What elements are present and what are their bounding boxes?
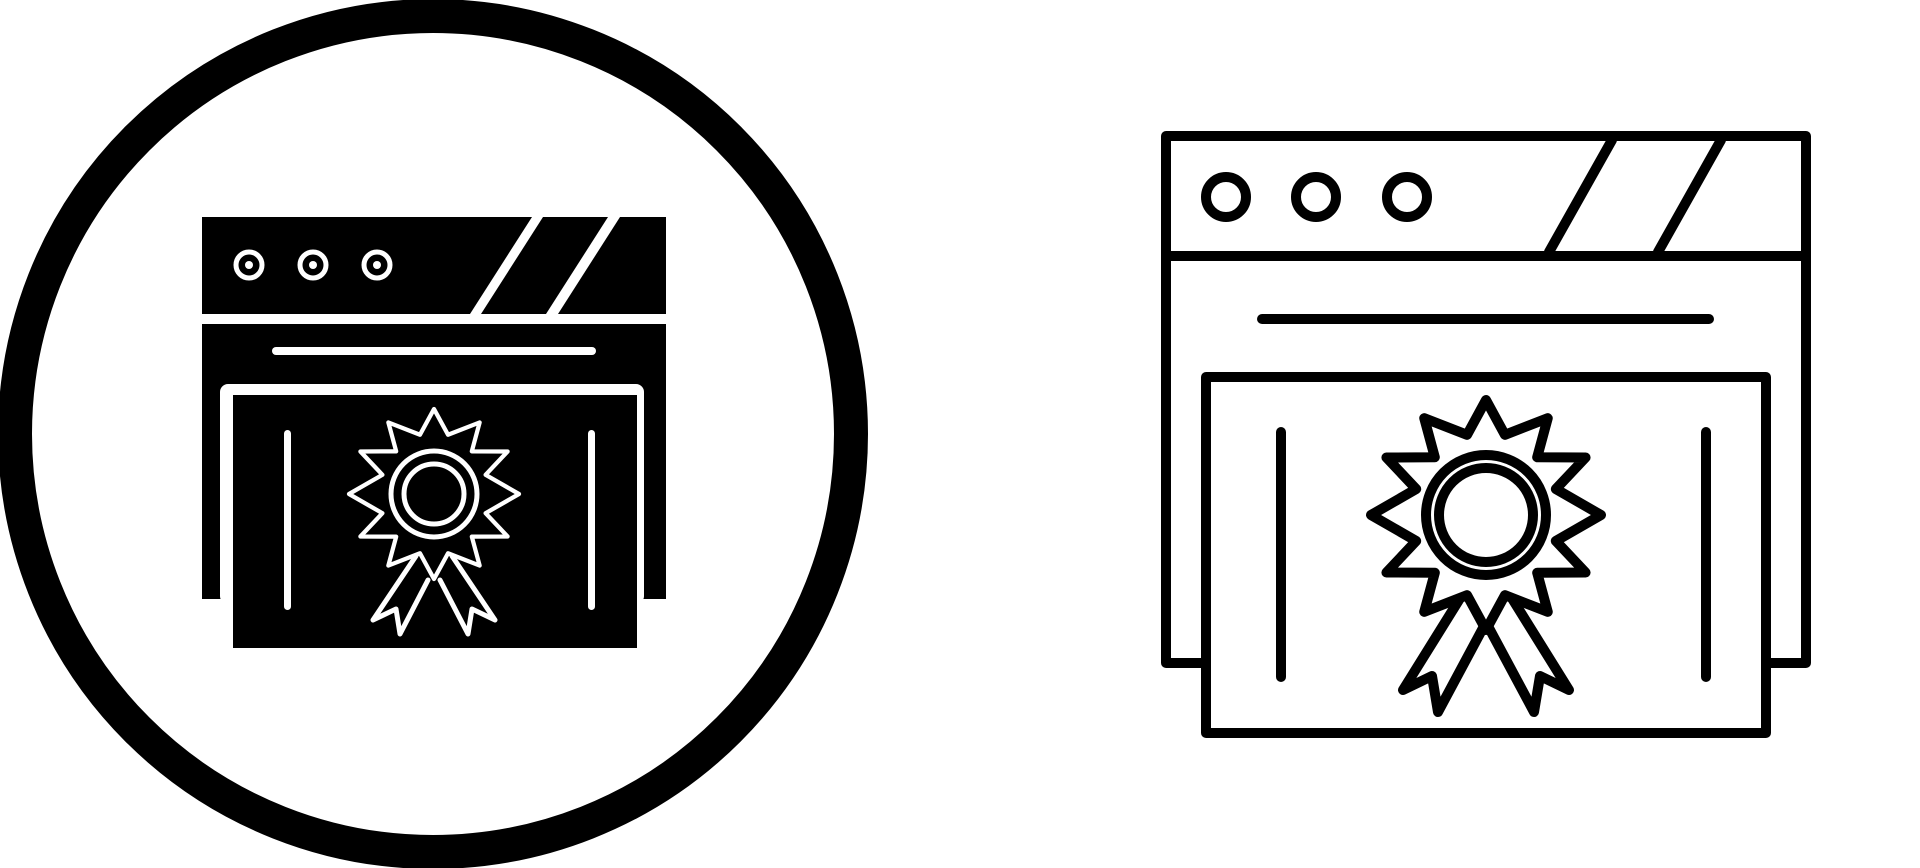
certificate-panel-icon <box>1201 372 1771 738</box>
window-dots-icon <box>1201 172 1432 222</box>
browser-top-bar-icon <box>202 217 666 314</box>
icon-sheet <box>0 0 1920 868</box>
browser-body-icon <box>202 324 666 648</box>
award-rosette-icon <box>1371 400 1601 717</box>
web-certificate-glyph-icon <box>0 0 868 868</box>
icon-canvas <box>0 0 1811 868</box>
web-certificate-line-icon <box>1161 131 1811 738</box>
